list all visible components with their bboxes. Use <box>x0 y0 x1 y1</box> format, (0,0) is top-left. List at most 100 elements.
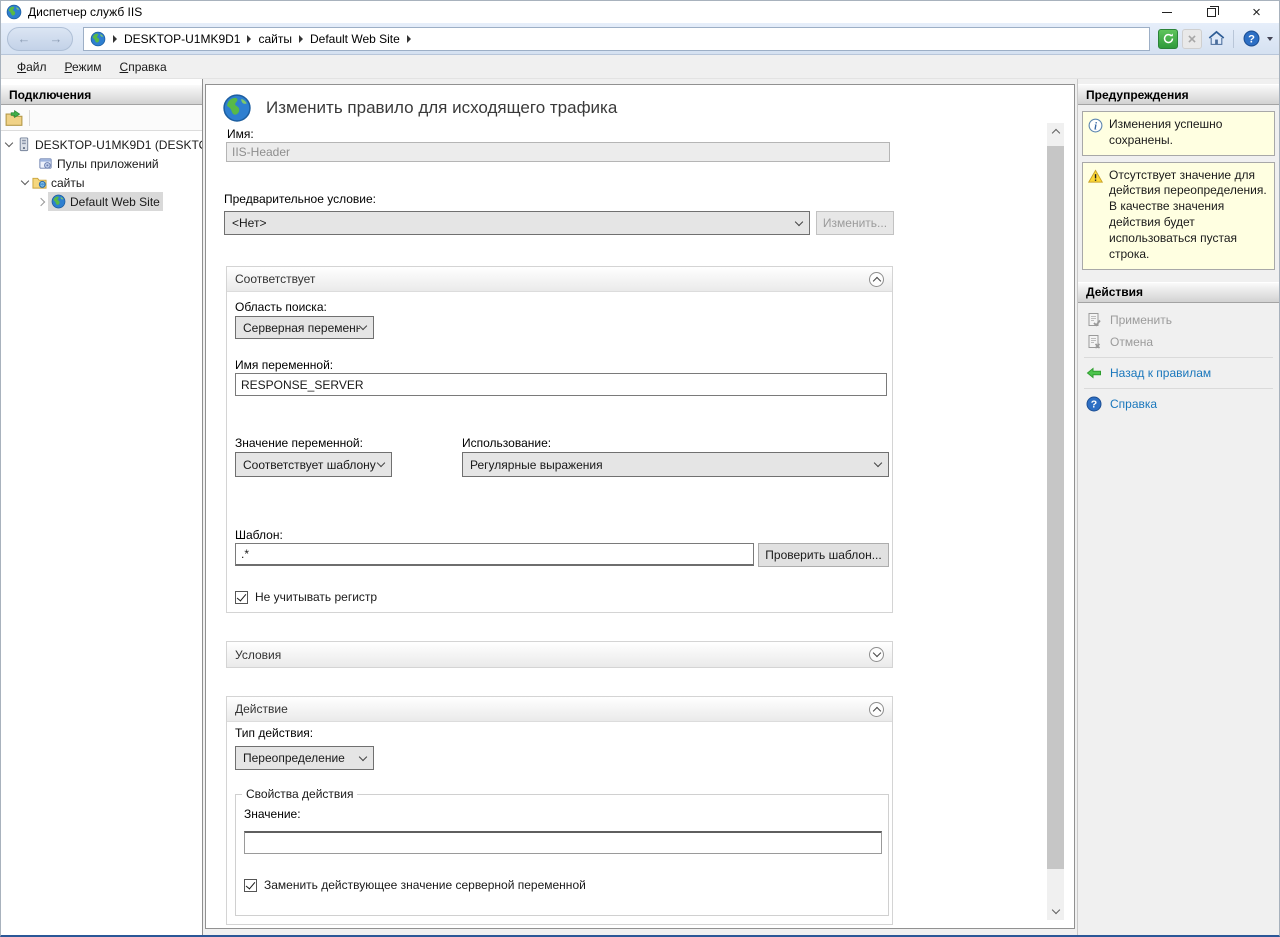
scroll-up-button[interactable] <box>1047 123 1064 140</box>
nav-buttons: ← → <box>7 27 73 51</box>
content-area: Изменить правило для исходящего трафика … <box>203 79 1077 935</box>
site-globe-icon <box>51 194 66 209</box>
cancel-icon <box>1086 334 1102 350</box>
breadcrumb-server[interactable]: DESKTOP-U1MK9D1 <box>124 32 240 46</box>
connections-pane: Подключения DESKTOP-U1MK9D1 (DESKTOP Пул… <box>1 79 203 935</box>
restore-icon <box>1207 8 1216 17</box>
feature-page: Изменить правило для исходящего трафика … <box>205 84 1075 929</box>
usage-select[interactable]: Регулярные выражения <box>462 452 889 477</box>
scope-label: Область поиска: <box>235 300 327 314</box>
match-section-header[interactable]: Соответствует <box>227 267 892 292</box>
connections-tree: DESKTOP-U1MK9D1 (DESKTOP Пулы приложений… <box>1 131 202 211</box>
apply-action: Применить <box>1078 309 1279 331</box>
expander-open-icon[interactable] <box>21 177 29 185</box>
scroll-down-button[interactable] <box>1047 903 1064 920</box>
toolbar-separator <box>29 110 30 126</box>
apply-label: Применить <box>1110 313 1172 327</box>
conditions-section-header[interactable]: Условия <box>227 642 892 667</box>
tree-item-label: Default Web Site <box>70 195 160 209</box>
scrollbar-thumb[interactable] <box>1047 146 1064 869</box>
refresh-icon <box>1161 31 1176 46</box>
action-section-header[interactable]: Действие <box>227 697 892 722</box>
breadcrumb-separator-icon <box>299 35 303 43</box>
match-section: Соответствует Область поиска: Серверная … <box>226 266 893 613</box>
breadcrumb-default-web-site[interactable]: Default Web Site <box>310 32 400 46</box>
action-type-select[interactable]: Переопределение <box>235 746 374 770</box>
cancel-label: Отмена <box>1110 335 1153 349</box>
actions-separator <box>1084 357 1273 358</box>
chevron-down-icon <box>874 459 882 467</box>
scope-select[interactable]: Серверная переменн <box>235 316 374 339</box>
menu-file[interactable]: Файл <box>9 57 55 77</box>
page-title: Изменить правило для исходящего трафика <box>266 98 617 118</box>
expand-section-button[interactable] <box>869 647 884 662</box>
breadcrumb-sites[interactable]: сайты <box>258 32 292 46</box>
conditions-section: Условия <box>226 641 893 668</box>
breadcrumb-separator-icon <box>113 35 117 43</box>
info-alert: Изменения успешно сохранены. <box>1082 111 1275 156</box>
window-title: Диспетчер служб IIS <box>28 5 142 19</box>
value-label: Значение: <box>244 807 301 821</box>
replace-value-checkbox[interactable] <box>244 879 257 892</box>
usage-label: Использование: <box>462 436 551 450</box>
tree-item-app-pools[interactable]: Пулы приложений <box>1 154 202 173</box>
expander-open-icon[interactable] <box>5 139 13 147</box>
help-button[interactable] <box>1241 29 1261 49</box>
action-properties-label: Свойства действия <box>242 787 357 801</box>
variable-value-select[interactable]: Соответствует шаблону <box>235 452 392 477</box>
close-button[interactable]: × <box>1234 1 1279 23</box>
ignore-case-checkbox[interactable] <box>235 591 248 604</box>
vertical-scrollbar[interactable] <box>1047 123 1064 920</box>
help-circle-icon <box>1086 396 1102 412</box>
close-icon: × <box>1252 5 1261 20</box>
collapse-section-button[interactable] <box>869 272 884 287</box>
pattern-input[interactable] <box>235 543 754 566</box>
iis-manager-window: Диспетчер служб IIS × ← → DESKTOP-U1MK9D… <box>0 0 1280 937</box>
chevron-down-icon <box>359 752 367 760</box>
stop-icon <box>1185 32 1199 46</box>
server-icon <box>16 137 31 152</box>
actions-separator <box>1084 388 1273 389</box>
chevron-up-icon <box>872 706 880 714</box>
info-icon <box>1088 118 1103 133</box>
apply-icon <box>1086 312 1102 328</box>
help-action[interactable]: Справка <box>1078 393 1279 415</box>
test-pattern-button[interactable]: Проверить шаблон... <box>758 543 889 567</box>
help-dropdown-icon[interactable] <box>1267 37 1273 41</box>
tree-item-server[interactable]: DESKTOP-U1MK9D1 (DESKTOP <box>1 135 202 154</box>
collapse-section-button[interactable] <box>869 702 884 717</box>
variable-value-label: Значение переменной: <box>235 436 363 450</box>
value-input[interactable] <box>244 831 882 854</box>
create-connection-icon[interactable] <box>5 109 23 127</box>
chevron-down-icon <box>872 649 880 657</box>
back-to-rules-link[interactable]: Назад к правилам <box>1110 366 1211 380</box>
refresh-button[interactable] <box>1158 29 1178 49</box>
help-link[interactable]: Справка <box>1110 397 1157 411</box>
replace-value-label: Заменить действующее значение серверной … <box>264 878 586 892</box>
breadcrumb-separator-icon <box>247 35 251 43</box>
menu-help[interactable]: Справка <box>112 57 175 77</box>
variable-name-input[interactable] <box>235 373 887 396</box>
tree-item-label: DESKTOP-U1MK9D1 (DESKTOP <box>35 138 202 152</box>
tree-item-sites[interactable]: сайты <box>1 173 202 192</box>
home-button[interactable] <box>1206 29 1226 49</box>
warning-icon <box>1088 169 1103 184</box>
forward-nav-button[interactable]: → <box>50 31 63 46</box>
precondition-select[interactable]: <Нет> <box>224 211 810 235</box>
page-globe-icon <box>222 93 252 123</box>
tree-item-label: Пулы приложений <box>57 157 159 171</box>
back-nav-button[interactable]: ← <box>18 31 31 46</box>
expander-closed-icon[interactable] <box>37 197 45 205</box>
minimize-button[interactable] <box>1144 1 1189 23</box>
breadcrumb: DESKTOP-U1MK9D1 сайты Default Web Site <box>83 27 1150 51</box>
tree-item-default-web-site[interactable]: Default Web Site <box>1 192 202 211</box>
selected-tree-item[interactable]: Default Web Site <box>48 192 163 211</box>
chevron-down-icon <box>1051 906 1059 914</box>
name-input <box>226 142 890 162</box>
back-to-rules-action[interactable]: Назад к правилам <box>1078 362 1279 384</box>
home-icon <box>1208 30 1225 47</box>
menu-view[interactable]: Режим <box>57 57 110 77</box>
app-pools-icon <box>38 156 53 171</box>
restore-button[interactable] <box>1189 1 1234 23</box>
address-bar: ← → DESKTOP-U1MK9D1 сайты Default Web Si… <box>1 23 1279 55</box>
